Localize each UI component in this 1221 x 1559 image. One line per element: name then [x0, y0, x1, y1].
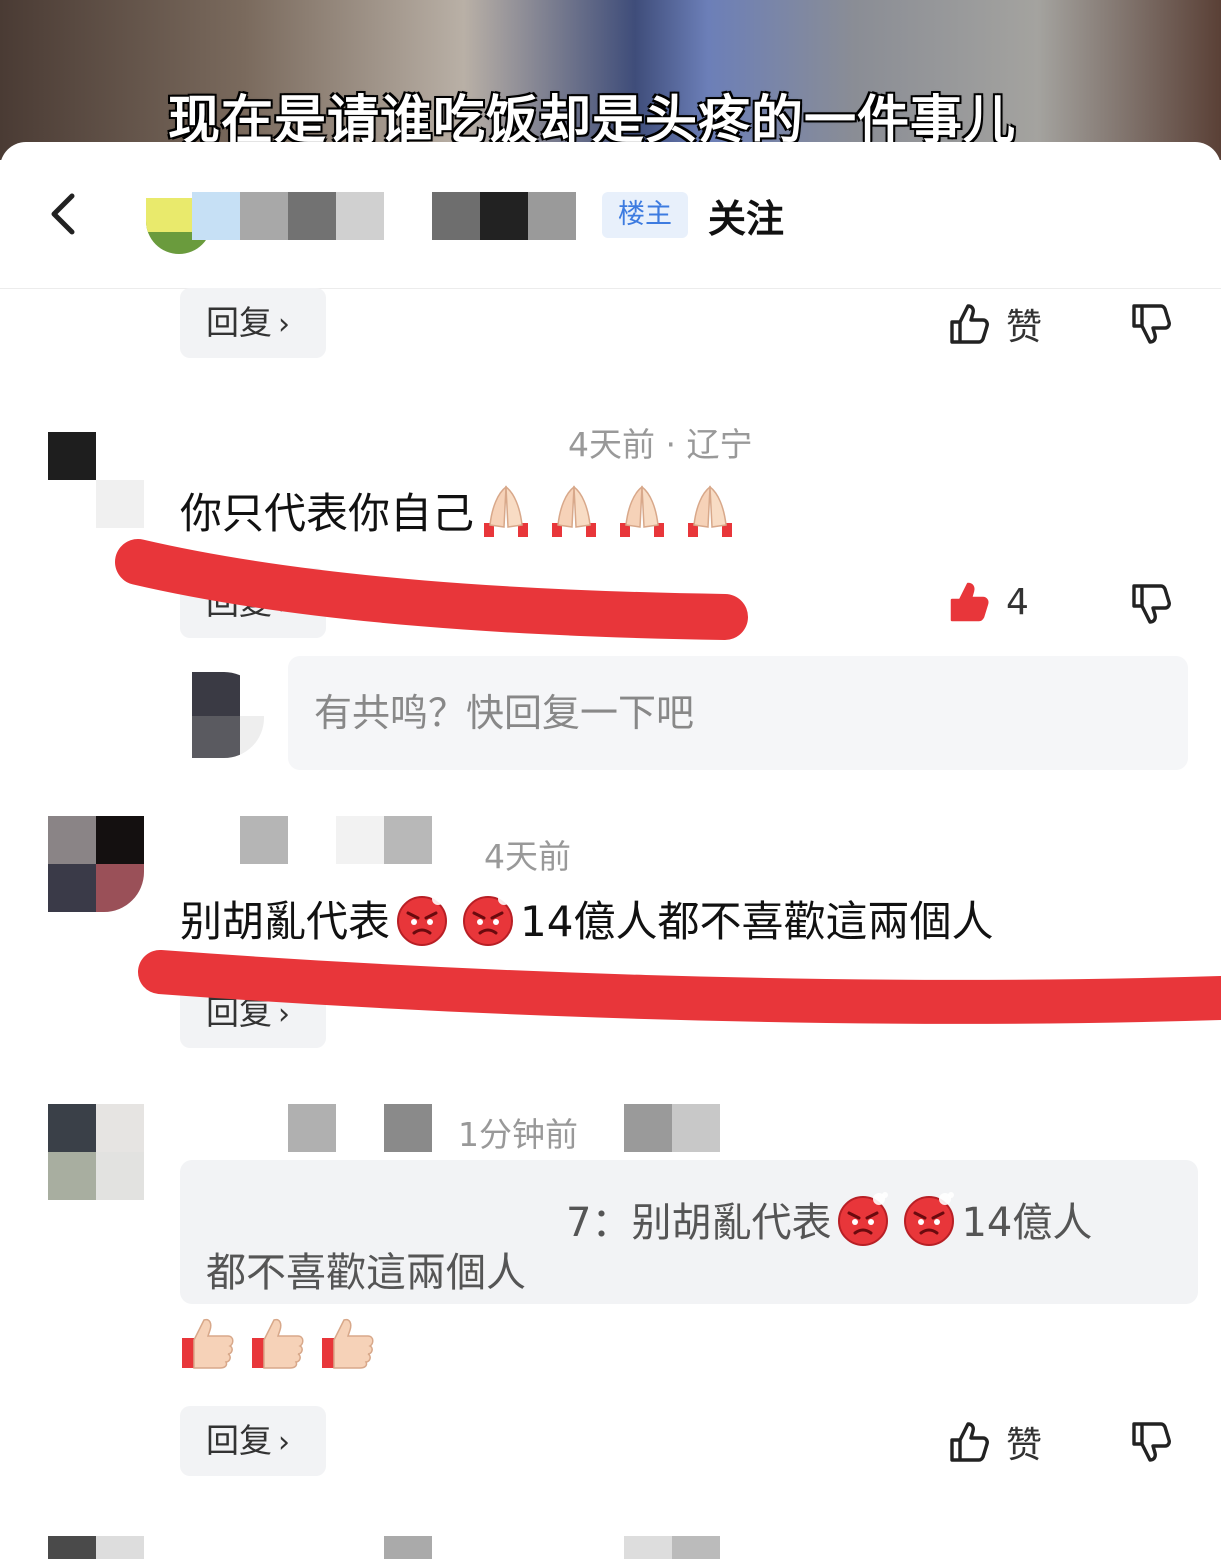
thumbs-down-icon[interactable]	[1130, 582, 1174, 626]
reply-label: 回复	[206, 1421, 272, 1460]
like-button[interactable]: 赞	[948, 1416, 1042, 1468]
avatar	[48, 1536, 144, 1559]
reply-button[interactable]: 回复 ›	[180, 288, 326, 358]
avatar[interactable]	[48, 1104, 144, 1200]
angry-face-icon	[463, 891, 514, 946]
thumbs-up-icon	[182, 1318, 234, 1369]
comment-header: 楼主 关注	[0, 142, 1221, 289]
reply-button[interactable]: 回复 ›	[180, 1406, 326, 1476]
folded-hands-icon	[620, 484, 665, 537]
folded-hands-icon	[688, 484, 733, 537]
reply-button[interactable]: 回复 ›	[180, 978, 326, 1048]
like-label: 赞	[1006, 307, 1043, 348]
comment-text-part-1: 别胡亂代表	[180, 897, 391, 946]
username-blurred	[240, 816, 432, 864]
comment-text-part-2: 14億人都不喜歡這兩個人	[520, 897, 994, 946]
reply-label: 回复	[206, 303, 272, 342]
thumbs-up-filled-icon	[950, 582, 989, 622]
follow-button[interactable]: 关注	[708, 188, 784, 243]
location-blurred	[624, 1536, 720, 1559]
reply-input[interactable]: 有共鸣？快回复一下吧	[288, 656, 1188, 770]
chevron-right-icon: ›	[278, 997, 290, 1032]
thumbs-down-icon[interactable]	[1130, 1420, 1174, 1464]
reply-button[interactable]: 回复 ›	[180, 568, 326, 638]
comment-sheet: 楼主 关注 回复 › 赞 4天前 · 辽宁 你只代表你自己 回复 › 4 有共鸣？快…	[0, 142, 1221, 1559]
avatar	[192, 672, 264, 758]
username-blurred	[384, 1536, 432, 1559]
location-blurred	[624, 1104, 720, 1152]
chevron-right-icon: ›	[278, 587, 290, 622]
quote-line-1: 7： 别胡亂代表 14億人	[566, 1190, 1092, 1248]
chevron-right-icon: ›	[278, 1425, 290, 1460]
comment-meta: 4天前	[484, 837, 571, 876]
thumbs-down-icon[interactable]	[1130, 302, 1174, 346]
angry-face-icon	[904, 1192, 955, 1246]
user-info-blurred	[432, 192, 576, 240]
comment-text-content: 你只代表你自己	[180, 489, 475, 538]
reply-label: 回复	[206, 993, 272, 1032]
folded-hands-icon	[484, 484, 529, 537]
thumbs-up-icon	[322, 1318, 374, 1369]
quoted-reply: 7： 别胡亂代表 14億人 都不喜歡這兩個人	[180, 1160, 1198, 1304]
emoji-row	[394, 891, 516, 947]
like-label: 赞	[1006, 1425, 1043, 1466]
avatar[interactable]	[48, 816, 144, 912]
reply-label: 回复	[206, 583, 272, 622]
comment-text: 别胡亂代表 14億人都不喜歡這兩個人	[180, 888, 993, 949]
thumbs-up-icon	[252, 1318, 304, 1369]
like-button[interactable]: 4	[948, 580, 1029, 624]
like-button[interactable]: 赞	[948, 298, 1042, 350]
quote-prefix: 7：	[566, 1200, 632, 1246]
folded-hands-icon	[552, 484, 597, 537]
angry-face-icon	[397, 891, 448, 946]
thumbs-up-icon	[950, 304, 989, 344]
username-blurred	[288, 1104, 432, 1152]
comment-meta: 1分钟前	[458, 1115, 578, 1154]
like-count: 4	[1006, 581, 1029, 623]
video-frame: 现在是请谁吃饭却是头疼的一件事儿	[0, 0, 1221, 160]
quote-text-part-1: 别胡亂代表	[631, 1200, 832, 1246]
avatar[interactable]	[48, 432, 144, 528]
angry-face-icon	[838, 1192, 889, 1246]
comment-text: 你只代表你自己	[180, 480, 738, 541]
emoji-row	[180, 1314, 376, 1370]
comment-meta: 4天前 · 辽宁	[568, 425, 753, 464]
thumbs-up-icon	[950, 1422, 989, 1462]
chevron-right-icon: ›	[278, 307, 290, 342]
quote-line-2: 都不喜歡這兩個人	[206, 1250, 526, 1296]
quote-text-part-2: 14億人	[961, 1200, 1093, 1246]
username-blurred	[192, 192, 384, 240]
emoji-row	[478, 483, 738, 539]
op-badge: 楼主	[602, 192, 688, 238]
emoji-row	[835, 1191, 957, 1247]
back-icon[interactable]	[40, 190, 88, 238]
